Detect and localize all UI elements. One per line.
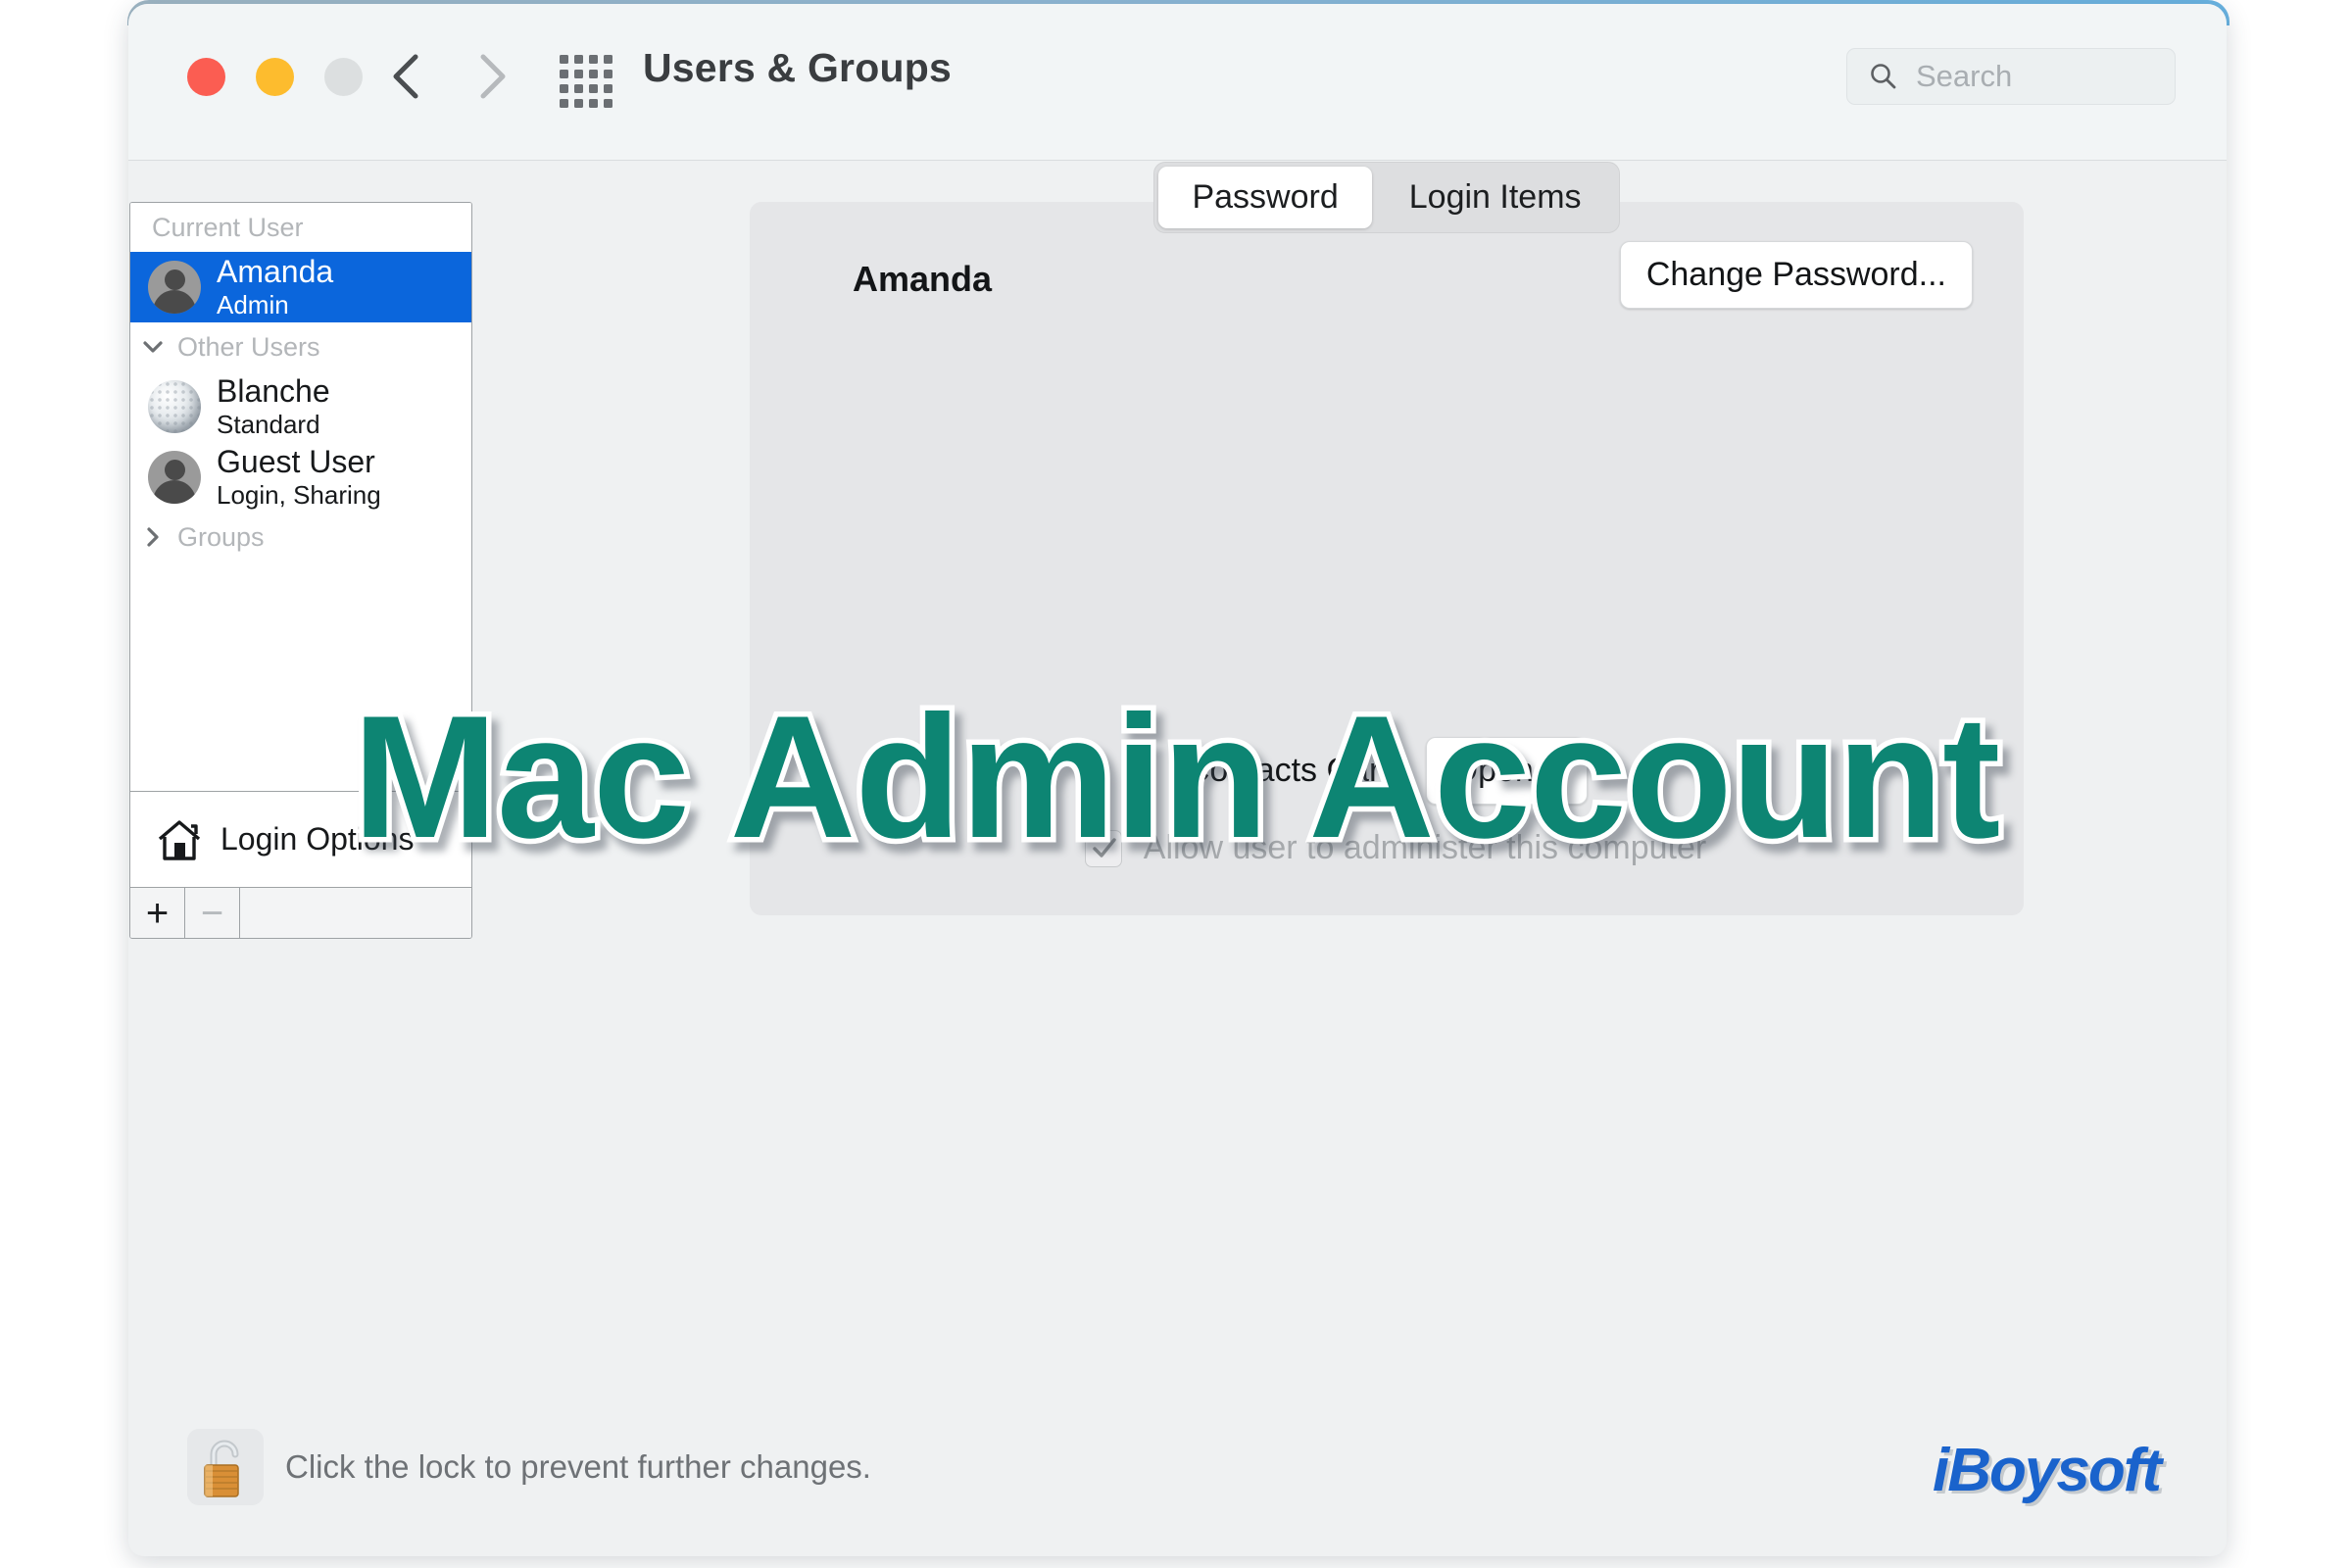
lock-footer-text: Click the lock to prevent further change… — [285, 1448, 871, 1485]
add-remove-filler — [240, 888, 471, 938]
tab-password[interactable]: Password — [1158, 167, 1372, 228]
traffic-light-buttons — [187, 58, 363, 96]
window-titlebar: Users & Groups — [128, 4, 2227, 161]
close-button[interactable] — [187, 58, 225, 96]
sidebar-user-blanche[interactable]: Blanche Standard — [130, 371, 471, 442]
tab-bar-wrapper: Password Login Items — [750, 162, 2024, 233]
user-role: Standard — [217, 409, 320, 439]
chevron-right-icon — [147, 527, 159, 547]
search-input[interactable] — [1916, 59, 2151, 94]
user-name: Amanda — [217, 254, 334, 290]
add-remove-user-bar: + − — [130, 887, 471, 938]
back-chevron-icon[interactable] — [378, 45, 437, 108]
tab-bar: Password Login Items — [1153, 162, 1620, 233]
user-role: Admin — [217, 289, 289, 319]
page-title: Users & Groups — [643, 45, 952, 90]
change-password-button[interactable]: Change Password... — [1619, 241, 1973, 309]
iboysoft-logo: iBoysoft — [1933, 1437, 2162, 1504]
user-name: Guest User — [217, 444, 375, 480]
unlocked-padlock-icon[interactable] — [187, 1429, 264, 1505]
show-all-preferences-grid-icon[interactable] — [560, 55, 612, 108]
search-icon — [1871, 64, 1896, 89]
section-label: Other Users — [177, 331, 320, 362]
tab-login-items[interactable]: Login Items — [1376, 167, 1615, 228]
sidebar-section-current-user: Current User — [130, 203, 471, 252]
sidebar-section-other-users[interactable]: Other Users — [130, 322, 471, 371]
person-icon — [148, 261, 201, 314]
zoom-button[interactable] — [324, 58, 363, 96]
account-name: Amanda — [853, 259, 993, 299]
sidebar-user-guest[interactable]: Guest User Login, Sharing — [130, 442, 471, 513]
lock-footer: Click the lock to prevent further change… — [128, 1378, 2227, 1556]
sidebar-section-groups[interactable]: Groups — [130, 513, 471, 562]
person-icon — [148, 451, 201, 504]
user-role: Login, Sharing — [217, 479, 381, 510]
watermark-text: Mac Admin Account — [347, 674, 2006, 880]
remove-user-button: − — [185, 888, 240, 938]
add-user-button[interactable]: + — [130, 888, 185, 938]
screenshot-root: Users & Groups Current User Aman — [0, 0, 2352, 1568]
golf-ball-icon — [148, 380, 201, 433]
user-name: Blanche — [217, 373, 330, 410]
search-field[interactable] — [1846, 48, 2176, 105]
minimize-button[interactable] — [256, 58, 294, 96]
sidebar-user-amanda[interactable]: Amanda Admin — [130, 252, 471, 322]
chevron-down-icon — [143, 341, 163, 353]
forward-chevron-icon[interactable] — [462, 45, 520, 108]
section-label: Groups — [177, 521, 265, 552]
